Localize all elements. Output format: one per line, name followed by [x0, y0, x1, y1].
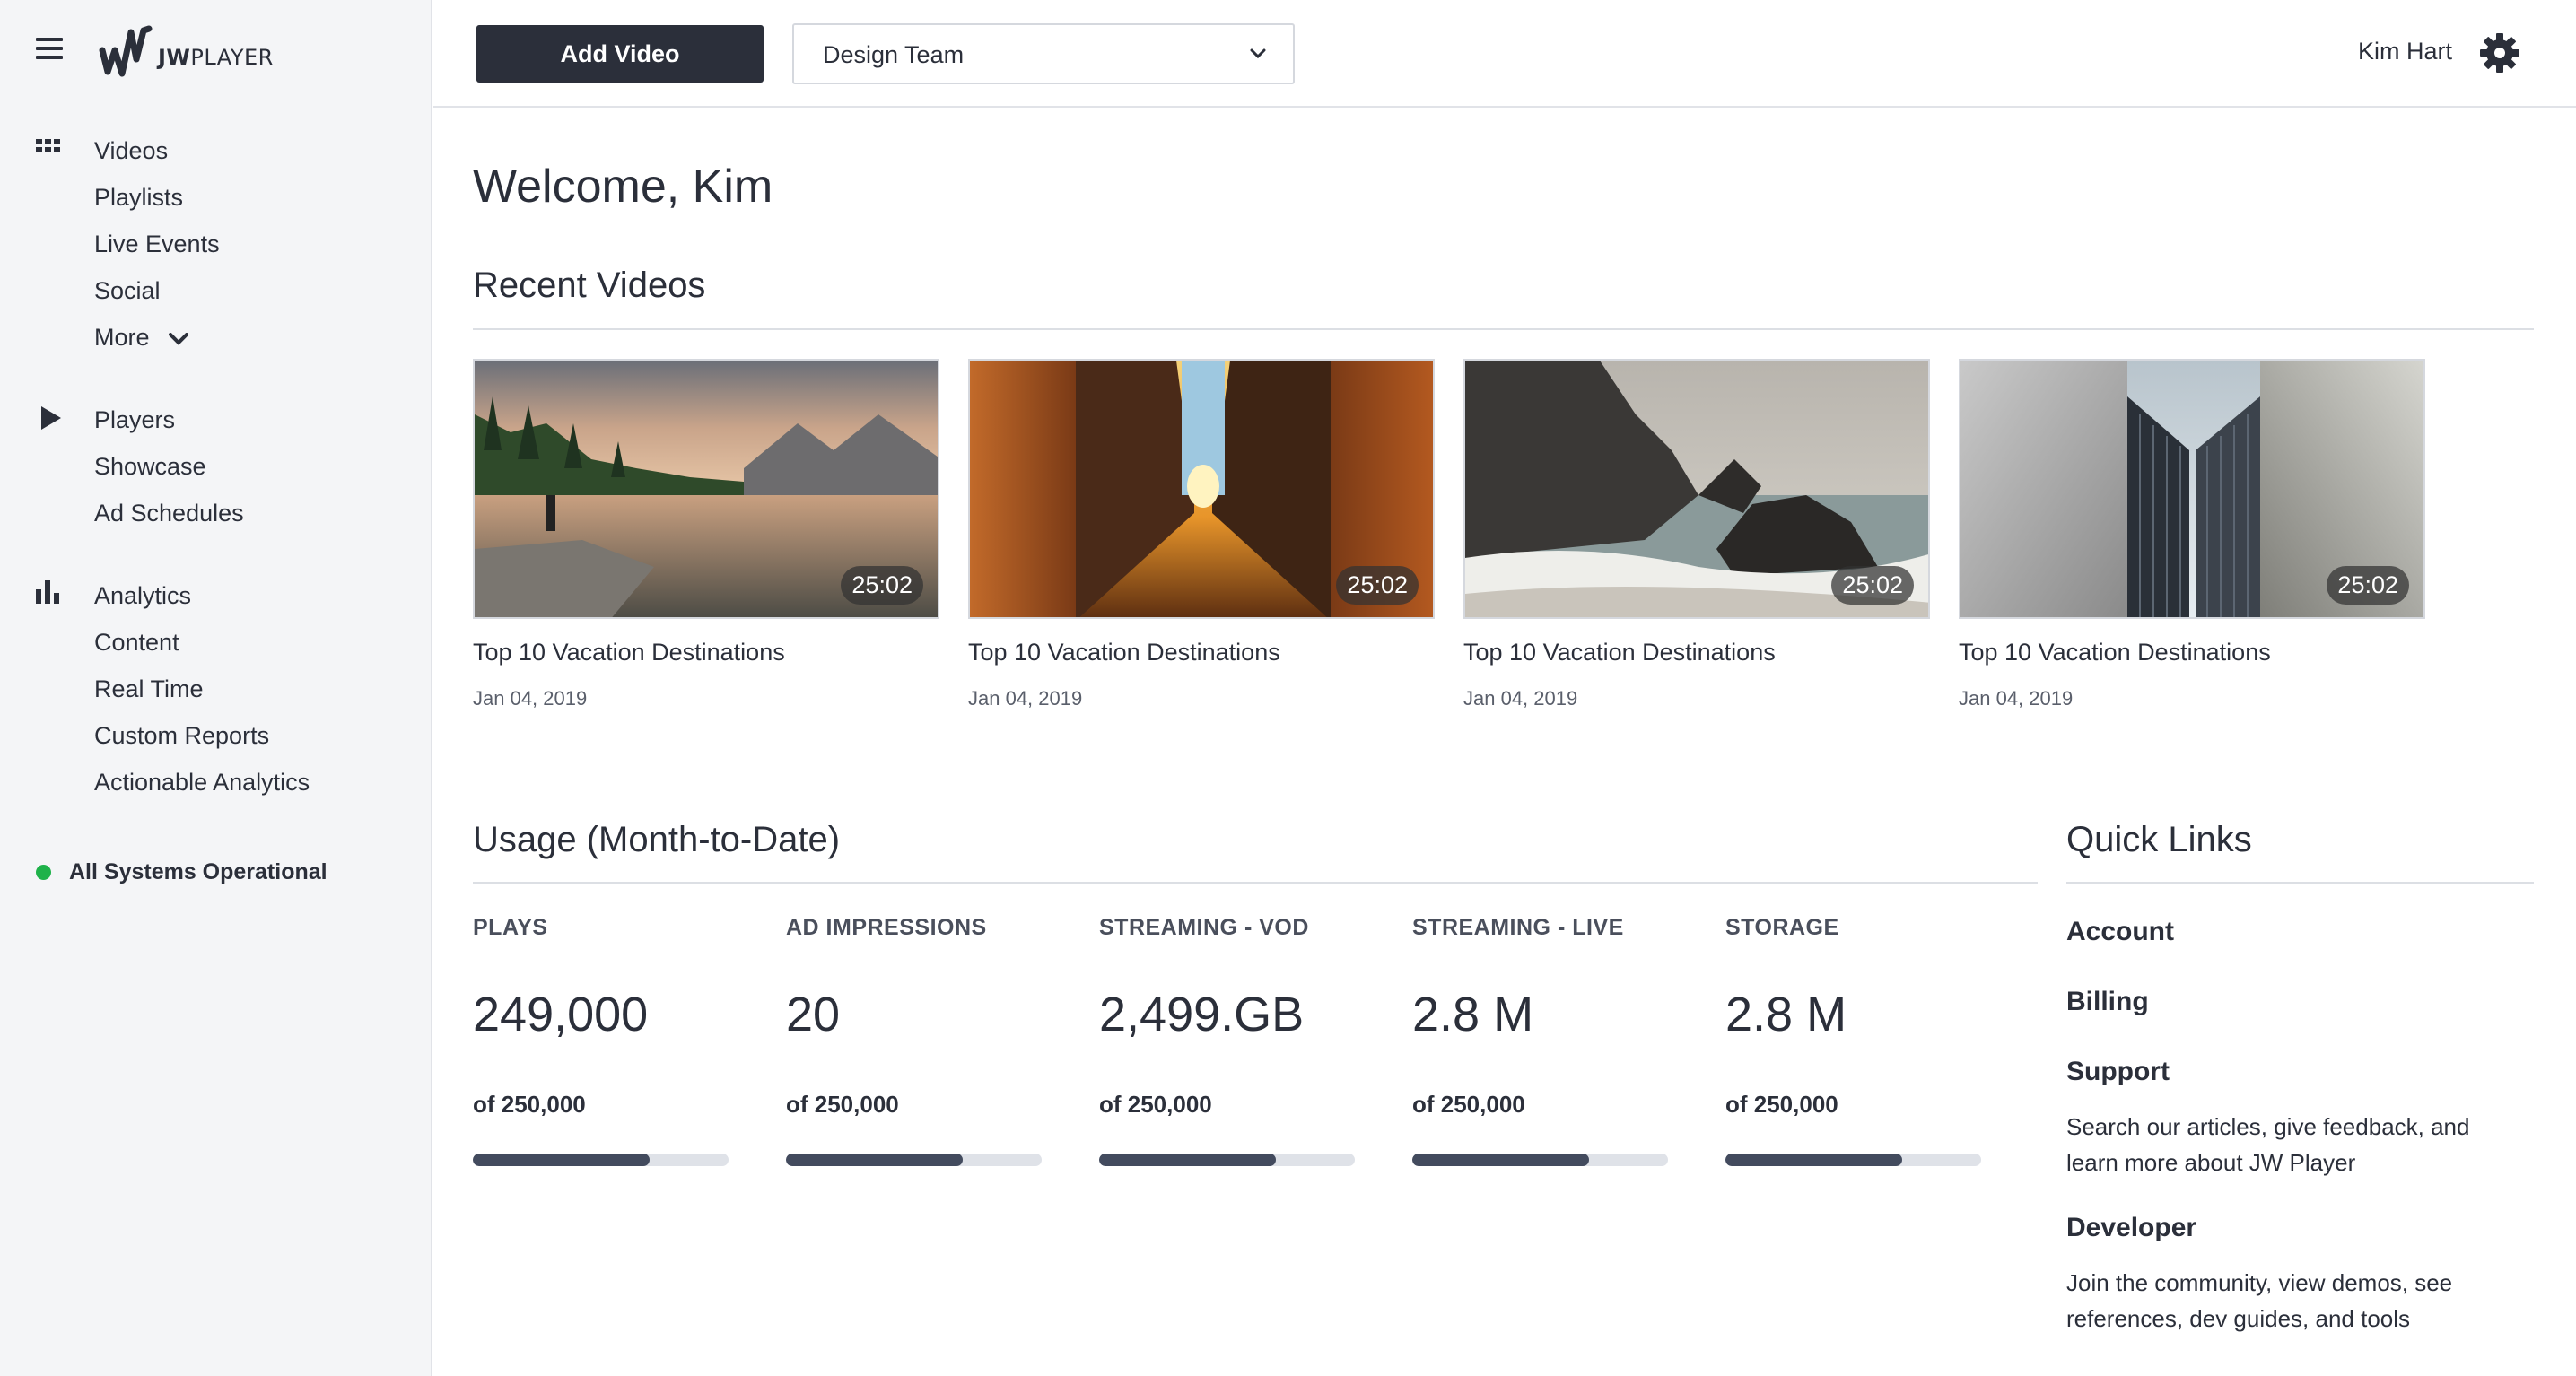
metric-progress-fill	[1725, 1154, 1902, 1166]
quick-links-divider	[2066, 882, 2534, 884]
quick-link-support-desc: Search our articles, give feedback, and …	[2066, 1113, 2470, 1176]
recent-videos-divider	[473, 328, 2534, 330]
page-title: Welcome, Kim	[473, 161, 773, 213]
quick-link-account[interactable]: Account	[2066, 917, 2174, 947]
chevron-down-icon	[169, 332, 189, 345]
usage-divider	[473, 882, 2038, 884]
metric-progress-fill	[1412, 1154, 1589, 1166]
metric-plays: PLAYS 249,000 of 250,000	[473, 915, 733, 1166]
sidebar-item-players[interactable]: Players	[94, 405, 175, 435]
quick-links-title: Quick Links	[2066, 820, 2252, 859]
quick-link-billing[interactable]: Billing	[2066, 987, 2149, 1017]
metric-progress-bar	[786, 1154, 1042, 1166]
metric-progress-bar	[473, 1154, 729, 1166]
video-duration: 25:02	[2327, 566, 2409, 605]
metric-progress-bar	[1099, 1154, 1355, 1166]
metric-limit: of 250,000	[473, 1091, 586, 1118]
video-duration: 25:02	[841, 566, 923, 605]
video-date: Jan 04, 2019	[1463, 687, 1578, 710]
play-icon	[41, 406, 61, 430]
video-title[interactable]: Top 10 Vacation Destinations	[1463, 639, 1776, 666]
sidebar-item-content[interactable]: Content	[94, 627, 179, 658]
user-name[interactable]: Kim Hart	[2358, 38, 2452, 65]
system-status[interactable]: All Systems Operational	[36, 859, 327, 885]
video-duration: 25:02	[1336, 566, 1419, 605]
metric-progress-fill	[473, 1154, 650, 1166]
video-title[interactable]: Top 10 Vacation Destinations	[473, 639, 785, 666]
metric-streaming-vod: STREAMING - VOD 2,499.GB of 250,000	[1099, 915, 1359, 1166]
quick-link-support[interactable]: Support	[2066, 1057, 2170, 1087]
video-date: Jan 04, 2019	[473, 687, 588, 710]
video-thumbnail[interactable]: 25:02	[1463, 359, 1930, 619]
metric-limit: of 250,000	[1412, 1091, 1525, 1118]
metric-value: 2,499.GB	[1099, 988, 1305, 1041]
metric-progress-bar	[1725, 1154, 1981, 1166]
metric-value: 249,000	[473, 988, 649, 1041]
video-card[interactable]: 25:02 Top 10 Vacation Destinations Jan 0…	[968, 359, 1435, 710]
metric-label: STORAGE	[1725, 915, 1839, 940]
status-dot-icon	[36, 865, 51, 880]
recent-videos-title: Recent Videos	[473, 266, 706, 305]
quick-link-developer-desc: Join the community, view demos, see refe…	[2066, 1269, 2453, 1332]
metric-label: STREAMING - VOD	[1099, 915, 1309, 940]
usage-title: Usage (Month-to-Date)	[473, 820, 841, 859]
quick-link-developer[interactable]: Developer	[2066, 1213, 2196, 1243]
video-thumbnail[interactable]: 25:02	[473, 359, 939, 619]
team-select[interactable]: Design Team	[792, 23, 1295, 84]
metric-limit: of 250,000	[786, 1091, 899, 1118]
sidebar: JWPLAYER Videos Playlists Live Events So…	[0, 0, 432, 1376]
metric-progress-fill	[1099, 1154, 1276, 1166]
sidebar-item-videos[interactable]: Videos	[94, 135, 168, 166]
sidebar-item-ad-schedules[interactable]: Ad Schedules	[94, 498, 244, 528]
video-duration: 25:02	[1831, 566, 1914, 605]
sidebar-item-real-time[interactable]: Real Time	[94, 674, 204, 704]
sidebar-item-more[interactable]: More	[94, 322, 189, 353]
metric-label: AD IMPRESSIONS	[786, 915, 987, 940]
logo-w-mark	[99, 25, 153, 77]
metric-progress-bar	[1412, 1154, 1668, 1166]
metric-limit: of 250,000	[1099, 1091, 1212, 1118]
video-thumbnail[interactable]: 25:02	[1959, 359, 2425, 619]
hamburger-menu-icon[interactable]	[36, 36, 65, 61]
metric-label: STREAMING - LIVE	[1412, 915, 1624, 940]
video-thumbnail[interactable]: 25:02	[968, 359, 1435, 619]
metric-limit: of 250,000	[1725, 1091, 1838, 1118]
metric-value: 2.8 M	[1725, 988, 1847, 1041]
logo-suffix: PLAYER	[190, 45, 274, 70]
gear-icon[interactable]	[2479, 32, 2520, 74]
sidebar-item-playlists[interactable]: Playlists	[94, 182, 183, 213]
video-date: Jan 04, 2019	[1959, 687, 2074, 710]
metric-ad-impressions: AD IMPRESSIONS 20 of 250,000	[786, 915, 1046, 1166]
video-date: Jan 04, 2019	[968, 687, 1083, 710]
sidebar-item-custom-reports[interactable]: Custom Reports	[94, 720, 269, 751]
status-text: All Systems Operational	[69, 859, 327, 884]
video-card[interactable]: 25:02 Top 10 Vacation Destinations Jan 0…	[473, 359, 939, 710]
metric-value: 20	[786, 988, 841, 1041]
video-card[interactable]: 25:02 Top 10 Vacation Destinations Jan 0…	[1463, 359, 1930, 710]
video-title[interactable]: Top 10 Vacation Destinations	[968, 639, 1280, 666]
metric-storage: STORAGE 2.8 M of 250,000	[1725, 915, 1986, 1166]
add-video-button[interactable]: Add Video	[476, 25, 764, 83]
sidebar-item-live-events[interactable]: Live Events	[94, 229, 220, 259]
logo-prefix: JW	[158, 45, 191, 70]
jwplayer-logo[interactable]: JWPLAYER	[99, 22, 274, 84]
sidebar-item-analytics[interactable]: Analytics	[94, 580, 191, 611]
video-card[interactable]: 25:02 Top 10 Vacation Destinations Jan 0…	[1959, 359, 2425, 710]
chevron-down-icon	[1250, 48, 1266, 59]
sidebar-item-showcase[interactable]: Showcase	[94, 451, 206, 482]
metric-progress-fill	[786, 1154, 963, 1166]
top-bar: Add Video Design Team Kim Hart	[433, 0, 2576, 108]
metric-streaming-live: STREAMING - LIVE 2.8 M of 250,000	[1412, 915, 1672, 1166]
team-select-value: Design Team	[823, 41, 965, 68]
grid-icon	[36, 139, 60, 152]
sidebar-more-label: More	[94, 324, 150, 351]
sidebar-item-social[interactable]: Social	[94, 275, 161, 306]
metric-label: PLAYS	[473, 915, 548, 940]
sidebar-item-actionable-analytics[interactable]: Actionable Analytics	[94, 767, 310, 797]
bar-chart-icon	[36, 580, 59, 604]
video-title[interactable]: Top 10 Vacation Destinations	[1959, 639, 2271, 666]
metric-value: 2.8 M	[1412, 988, 1534, 1041]
